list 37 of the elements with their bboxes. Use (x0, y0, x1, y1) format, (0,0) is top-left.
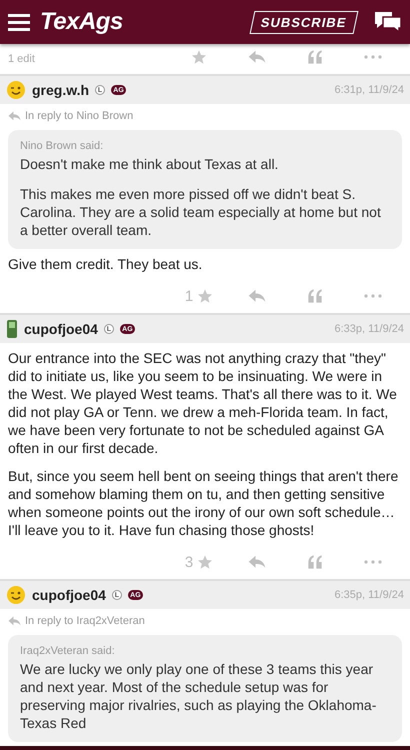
menu-icon[interactable] (8, 13, 30, 31)
more-icon (364, 55, 382, 59)
post-time: 6:33p, 11/9/24 (334, 323, 404, 335)
username[interactable]: cupofjoe04 (32, 587, 106, 603)
username[interactable]: greg.w.h (32, 82, 90, 98)
winking-face-icon (6, 585, 26, 605)
like-count: 1 (184, 288, 194, 304)
winking-face-icon (6, 80, 26, 100)
reply-arrow-icon (8, 616, 21, 626)
quote-icon (307, 50, 323, 64)
username[interactable]: cupofjoe04 (24, 321, 98, 337)
quote-author: Nino Brown said: (20, 140, 104, 152)
quote-text: This makes me even more pissed off we didn't beat S. Carolina. They are a solid team especially at home but not a better overall team. (20, 185, 382, 239)
reply-arrow-icon (248, 50, 266, 64)
quote-author: Iraq2xVeteran said: (20, 645, 116, 657)
more-icon (364, 294, 382, 298)
star-icon (191, 49, 207, 65)
star-icon (197, 554, 214, 570)
post-text: But, since you seem hell bent on seeing things that aren't there and somehow blaming them on tu, and then getting sensitive when someone points out the irony of our own soft schedule… I'll leave you to it. Have fun chasing those ghosts! (8, 467, 400, 539)
phone-icon (6, 319, 18, 339)
reply-arrow-icon (248, 289, 266, 303)
quote-icon (307, 289, 323, 303)
site-logo[interactable]: TexAgs (40, 8, 242, 36)
post-time: 6:31p, 11/9/24 (334, 84, 404, 96)
quote-text: We are lucky we only play one of these 3 teams this year and next year. Most of the schedule setup was for preserving major rivalries, such as playing the Oklahoma-Texas Red (20, 660, 378, 732)
reply-arrow-icon (248, 555, 266, 569)
quote-icon (307, 555, 323, 569)
like-count: 3 (184, 554, 194, 570)
reply-arrow-icon (8, 111, 21, 121)
post-text: Our entrance into the SEC was not anything crazy that "they" did to initiate us, like you seem to be insinuating. We were in the West. We played West teams. That's all there was to it. We did not play GA or Tenn. we drew a meh-Florida team. In fact, we have been very fortunate to not be scheduled against GA often in our first decade. (8, 349, 398, 457)
post-text: Give them credit. They beat us. (8, 255, 204, 273)
quote-text: Doesn't make me think about Texas at all. (20, 155, 280, 173)
edit-note: 1 edit (8, 53, 36, 65)
subscribe-button[interactable]: SUBSCRIBE (250, 10, 358, 34)
post-time: 6:35p, 11/9/24 (334, 589, 404, 601)
star-icon (197, 288, 214, 304)
more-icon (364, 560, 382, 564)
